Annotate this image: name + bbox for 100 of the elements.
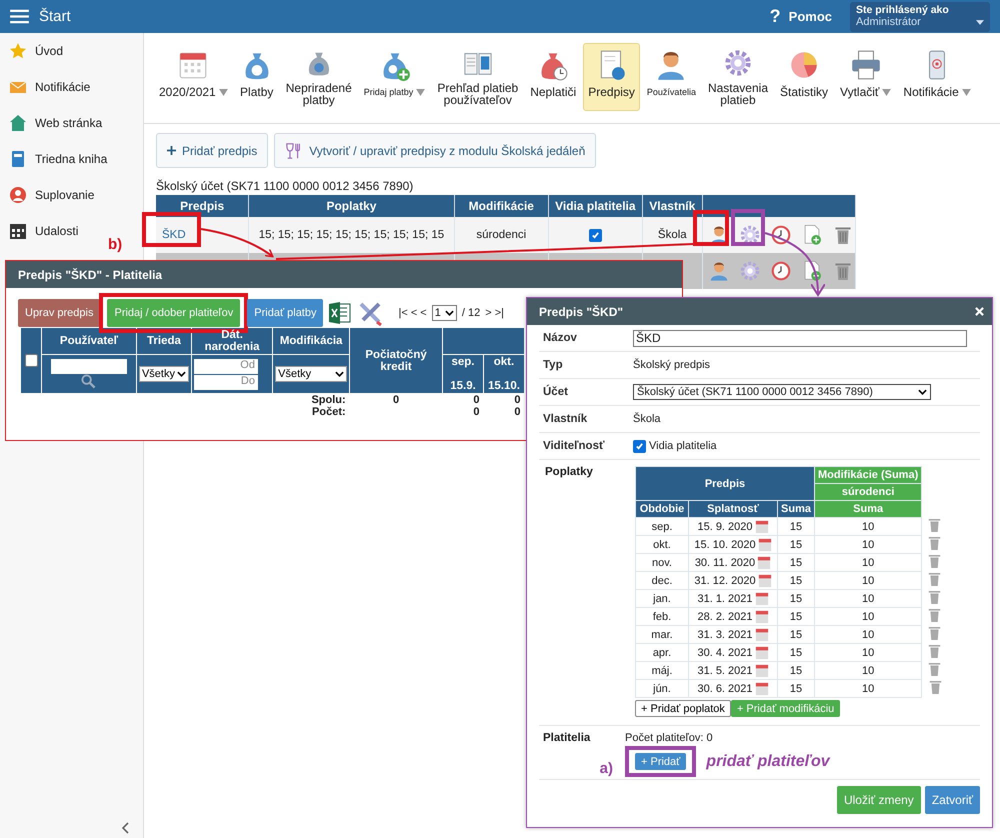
page-total: / 12 <box>462 307 480 319</box>
date-from-field[interactable]: Od <box>194 358 258 374</box>
excel-icon[interactable] <box>328 301 352 325</box>
trash-icon[interactable] <box>928 518 942 532</box>
calendar-icon[interactable] <box>754 664 769 678</box>
calendar-icon[interactable] <box>754 646 769 660</box>
trash-icon[interactable] <box>928 626 942 640</box>
book-icon <box>9 150 27 168</box>
toolbar-item[interactable]: Neplatiči <box>525 43 582 111</box>
pager-back[interactable]: |< < < <box>398 307 427 319</box>
toolbar-item[interactable]: Štatistiky <box>775 43 834 111</box>
column-header: Splatnosť <box>688 500 778 518</box>
name-field[interactable]: ŠKD <box>633 330 967 346</box>
calendar-icon[interactable] <box>754 628 769 642</box>
toolbar-item[interactable]: Vytlačiť <box>835 43 896 111</box>
checkbox[interactable] <box>588 228 602 242</box>
prescription-link[interactable]: ŠKD <box>162 229 186 241</box>
payers-count: Počet platiteľov: 0 <box>625 732 714 744</box>
toolbar-item[interactable]: Nepriradené platby <box>280 43 357 111</box>
trash-icon[interactable] <box>928 572 942 586</box>
toolbar-item[interactable]: Nastavenia platieb <box>702 43 773 111</box>
field-label: Typ <box>542 359 564 371</box>
table-cell: 0 <box>393 394 400 406</box>
sidebar-item[interactable]: Úvod <box>35 44 64 58</box>
field-label: Poplatky <box>544 466 594 478</box>
checkmark-icon <box>635 442 644 450</box>
table-cell: 10 <box>862 628 874 640</box>
help-link[interactable]: Pomoc <box>788 9 832 24</box>
user-menu[interactable]: Ste prihlásený ako Administrátor <box>850 2 990 32</box>
add-payer-button[interactable]: + Pridať <box>635 753 686 770</box>
checkbox[interactable] <box>633 440 646 452</box>
field-value: Školský predpis <box>633 359 710 371</box>
chevron-icon <box>444 310 454 316</box>
trash-icon[interactable] <box>928 644 942 658</box>
add-prescription-button[interactable]: Pridať predpis <box>156 133 268 168</box>
toolbar-item[interactable]: Notifikácie <box>898 43 976 111</box>
calendar-icon[interactable] <box>754 520 769 534</box>
person-icon[interactable] <box>708 260 730 282</box>
calendar-icon[interactable] <box>758 538 772 552</box>
clock-icon[interactable] <box>770 224 792 246</box>
table-cell: 10 <box>862 556 874 568</box>
calendar-icon[interactable] <box>754 682 769 696</box>
close-icon[interactable] <box>975 307 984 316</box>
dialog-button[interactable]: Pridať platby <box>247 299 324 327</box>
trash-icon[interactable] <box>928 662 942 676</box>
table-cell: nov. <box>652 556 672 568</box>
canteen-prescriptions-button[interactable]: Vytvoriť / upraviť predpisy z modulu Školská jedáleň <box>274 133 596 168</box>
dialog-button[interactable]: Uprav predpis <box>18 299 100 327</box>
dialog-button[interactable]: Zatvoriť <box>924 786 980 814</box>
pager-forward[interactable]: > >| <box>485 307 504 319</box>
sidebar-item[interactable]: Udalosti <box>35 224 78 238</box>
account-select[interactable]: Školský účet (SK71 1100 0000 0012 3456 7890) <box>633 384 931 400</box>
sidebar-item[interactable]: Triedna kniha <box>35 152 108 166</box>
caret-icon <box>976 20 984 24</box>
trash-icon[interactable] <box>928 680 942 694</box>
search-icon[interactable] <box>81 374 96 389</box>
date-to-field[interactable]: Do <box>194 374 258 390</box>
sidebar-item[interactable]: Web stránka <box>35 116 102 130</box>
column-header: Suma <box>778 500 814 518</box>
column-header: Používateľ <box>42 328 136 354</box>
table-cell: 10 <box>862 646 874 658</box>
trash-icon[interactable] <box>928 590 942 604</box>
add-fee-button[interactable]: + Pridať poplatok <box>635 700 731 717</box>
checkbox[interactable] <box>24 354 38 367</box>
table-cell: 15 <box>790 538 802 550</box>
calendar-icon[interactable] <box>758 574 772 588</box>
help-icon[interactable]: ? <box>770 6 781 27</box>
toolbar-item[interactable]: Predpisy <box>583 43 640 111</box>
clock-icon[interactable] <box>770 260 792 282</box>
trash-icon[interactable] <box>928 554 942 568</box>
calendar-icon[interactable] <box>757 556 772 570</box>
trash-icon[interactable] <box>928 608 942 622</box>
calendar-icon[interactable] <box>754 592 769 606</box>
menu-icon[interactable] <box>10 9 29 24</box>
total-label: Spolu: <box>311 394 346 406</box>
page-select[interactable]: 1 <box>432 305 457 321</box>
column-header: Predpis <box>636 466 814 500</box>
class-select[interactable]: Všetky <box>138 366 189 382</box>
trash-icon[interactable] <box>928 536 942 550</box>
modification-select[interactable]: Všetky <box>275 366 348 382</box>
chevron-icon <box>918 389 927 395</box>
sidebar-item[interactable]: Suplovanie <box>35 188 94 202</box>
user-search-field[interactable] <box>50 359 127 374</box>
table-cell: dec. <box>652 574 672 586</box>
app-title[interactable]: Štart <box>39 8 71 25</box>
table-cell: 10 <box>862 682 874 694</box>
field-label: Vlastník <box>542 413 588 425</box>
toolbar-item[interactable]: Platby <box>234 43 279 111</box>
toolbar-item[interactable]: 2020/2021 <box>154 43 233 111</box>
chevron-left-icon[interactable] <box>121 822 129 834</box>
table-cell: súrodenci <box>476 229 526 241</box>
dialog-title: Predpis "ŠKD" <box>539 304 624 318</box>
annotation-label: a) <box>600 760 613 777</box>
sidebar-item[interactable]: Notifikácie <box>35 80 90 94</box>
toolbar-item[interactable]: Používatelia <box>642 43 701 111</box>
toolbar-item[interactable]: Pridaj platby <box>358 43 430 111</box>
toolbar-item[interactable]: Prehľad platieb používateľov <box>432 43 524 111</box>
calendar-icon[interactable] <box>754 610 769 624</box>
table-cell: máj. <box>652 664 672 676</box>
table-cell: 10 <box>862 664 874 676</box>
